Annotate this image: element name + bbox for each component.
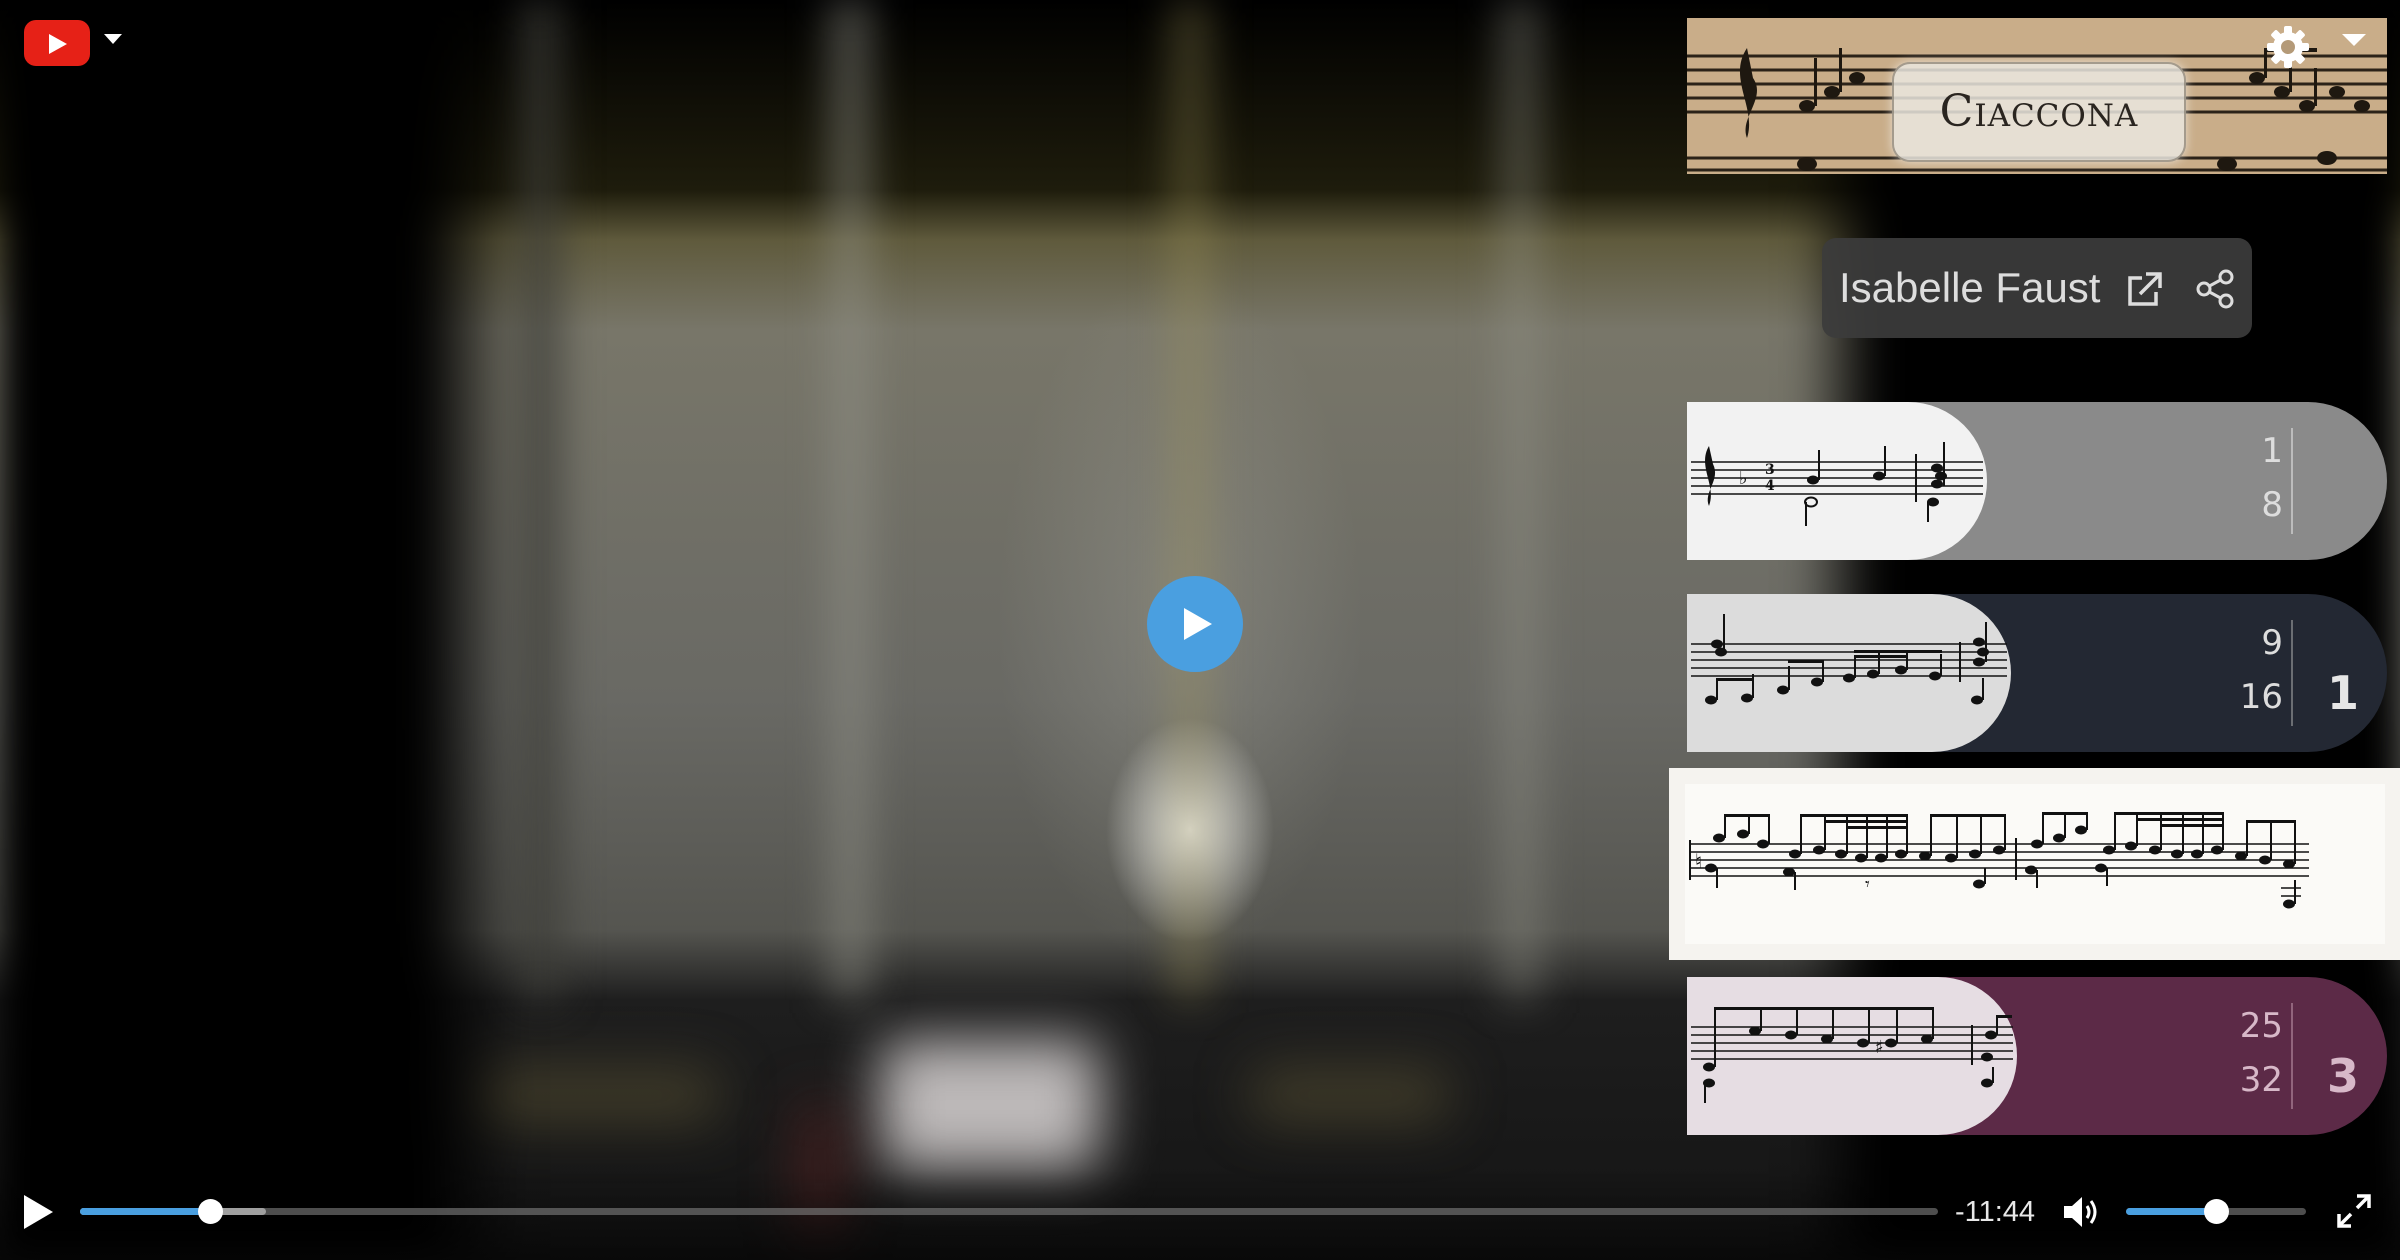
divider [2291,428,2293,534]
chevron-down-icon[interactable] [2342,34,2366,46]
score-excerpt-image: ♯ [1687,977,2017,1135]
section-card[interactable]: ♯ 25 32 3 [1687,977,2387,1135]
share-icon[interactable] [2194,268,2236,310]
youtube-logo-icon[interactable] [24,20,90,66]
section-start-measure: 9 [2261,623,2283,663]
banner-title: Ciaccona [1939,86,2139,137]
video-blur-detail [1500,0,1540,1000]
chevron-down-icon[interactable] [104,34,122,44]
time-remaining: -11:44 [1954,1196,2036,1228]
score-excerpt-image: ♭ 3 4 [1687,402,1987,560]
score-excerpt-image: ♮ 𝄾 [1685,784,2385,944]
divider [2291,1003,2293,1109]
performer-panel: Isabelle Faust [1822,238,2252,338]
section-end-measure: 32 [2239,1060,2283,1100]
section-number: 3 [2327,1049,2360,1103]
seek-bar[interactable] [80,1199,1938,1224]
seek-handle[interactable] [198,1199,224,1224]
volume-handle[interactable] [2204,1199,2229,1224]
play-icon [1184,608,1212,640]
section-start-measure: 25 [2239,1006,2283,1046]
play-icon[interactable] [20,1192,56,1232]
center-play-button[interactable] [1147,576,1243,672]
section-end-measure: 16 [2239,677,2283,717]
section-number: 1 [2327,666,2360,720]
svg-text:♯: ♯ [1875,1037,1884,1058]
svg-text:♭: ♭ [1739,468,1748,489]
volume-level [2126,1208,2216,1215]
section-card[interactable]: 9 16 1 [1687,594,2387,752]
section-card-active[interactable]: ♮ 𝄾 [1669,768,2400,960]
video-blur-detail [1250,1070,1450,1120]
svg-text:♮: ♮ [1695,849,1702,873]
volume-slider[interactable] [2126,1199,2306,1224]
video-blur-detail [0,0,520,1260]
performer-name[interactable]: Isabelle Faust [1839,238,2100,338]
video-blur-detail [830,0,870,1000]
video-blur-detail [1170,0,1210,1000]
gear-icon[interactable] [2265,24,2311,70]
video-blur-detail [880,1040,1100,1170]
external-link-icon[interactable] [2124,270,2164,310]
control-bar [0,1170,2400,1260]
section-end-measure: 8 [2261,485,2283,525]
video-blur-detail [520,0,560,1000]
score-excerpt-image [1687,594,2011,752]
banner-title-box: Ciaccona [1892,62,2186,162]
volume-icon[interactable] [2062,1194,2102,1230]
svg-text:4: 4 [1765,478,1775,494]
svg-text:3: 3 [1765,462,1775,478]
section-start-measure: 1 [2261,431,2283,471]
fullscreen-icon[interactable] [2335,1192,2373,1230]
divider [2291,620,2293,726]
svg-text:𝄾: 𝄾 [1865,874,1870,895]
section-card[interactable]: ♭ 3 4 1 8 [1687,402,2387,560]
seek-progress [80,1208,211,1215]
